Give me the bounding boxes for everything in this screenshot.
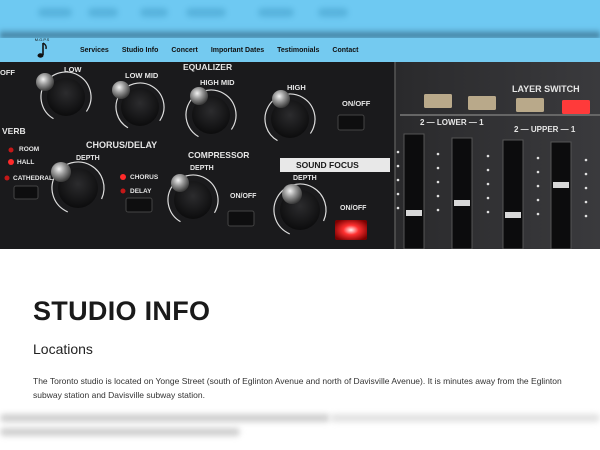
blurred-header-strip	[0, 0, 600, 38]
site-logo[interactable]: M.G.P.S	[32, 38, 52, 62]
hero-label-off: OFF	[0, 68, 15, 77]
hero-label-compressor: COMPRESSOR	[188, 150, 249, 160]
hero-label-depth-2: DEPTH	[190, 165, 214, 172]
hero-label-depth-1: DEPTH	[76, 155, 100, 162]
hero-label-delay: DELAY	[130, 188, 152, 195]
section-heading-locations: Locations	[33, 341, 93, 357]
hero-label-room: ROOM	[19, 146, 39, 153]
hero-label-hall: HALL	[17, 159, 34, 166]
logo-caption: M.G.P.S	[34, 37, 50, 42]
nav-links: Services Studio Info Concert Important D…	[80, 38, 371, 62]
hero-label-on-off-mid: ON/OFF	[230, 193, 257, 200]
navigation-bar: M.G.P.S Services Studio Info Concert Imp…	[0, 38, 600, 62]
hero-label-equalizer: EQUALIZER	[183, 62, 232, 72]
hero-image-mixer: OFF LOW LOW MID EQUALIZER HIGH MID HIGH …	[0, 62, 600, 249]
hero-label-cathedral: CATHEDRAL	[13, 175, 53, 182]
main-content: STUDIO INFO Locations The Toronto studio…	[33, 296, 573, 402]
hero-label-depth-3: DEPTH	[293, 175, 317, 182]
page: M.G.P.S Services Studio Info Concert Imp…	[0, 0, 600, 450]
hero-label-sound-focus: SOUND FOCUS	[296, 160, 359, 170]
nav-link-studio-info[interactable]: Studio Info	[122, 47, 159, 54]
hero-label-high-mid: HIGH MID	[200, 78, 235, 87]
location-paragraph: The Toronto studio is located on Yonge S…	[33, 376, 562, 400]
hero-label-upper: 2 — UPPER — 1	[514, 125, 576, 134]
nav-link-contact[interactable]: Contact	[332, 47, 358, 54]
hero-label-high: HIGH	[287, 83, 306, 92]
hero-label-lower: 2 — LOWER — 1	[420, 118, 484, 127]
nav-link-important-dates[interactable]: Important Dates	[211, 47, 264, 54]
hero-label-on-off-top: ON/OFF	[342, 99, 371, 108]
hero-label-layer-switch: LAYER SWITCH	[512, 84, 580, 94]
hero-label-low-mid: LOW MID	[125, 71, 159, 80]
page-title: STUDIO INFO	[33, 296, 211, 326]
hero-label-reverb: VERB	[2, 126, 26, 136]
hero-label-chorus-delay: CHORUS/DELAY	[86, 140, 157, 150]
nav-link-testimonials[interactable]: Testimonials	[277, 47, 319, 54]
blurred-footer-strip	[0, 408, 600, 450]
hero-label-on-off-bottom: ON/OFF	[340, 205, 367, 212]
nav-link-concert[interactable]: Concert	[171, 47, 197, 54]
hero-label-chorus: CHORUS	[130, 174, 159, 181]
nav-link-services[interactable]: Services	[80, 47, 109, 54]
